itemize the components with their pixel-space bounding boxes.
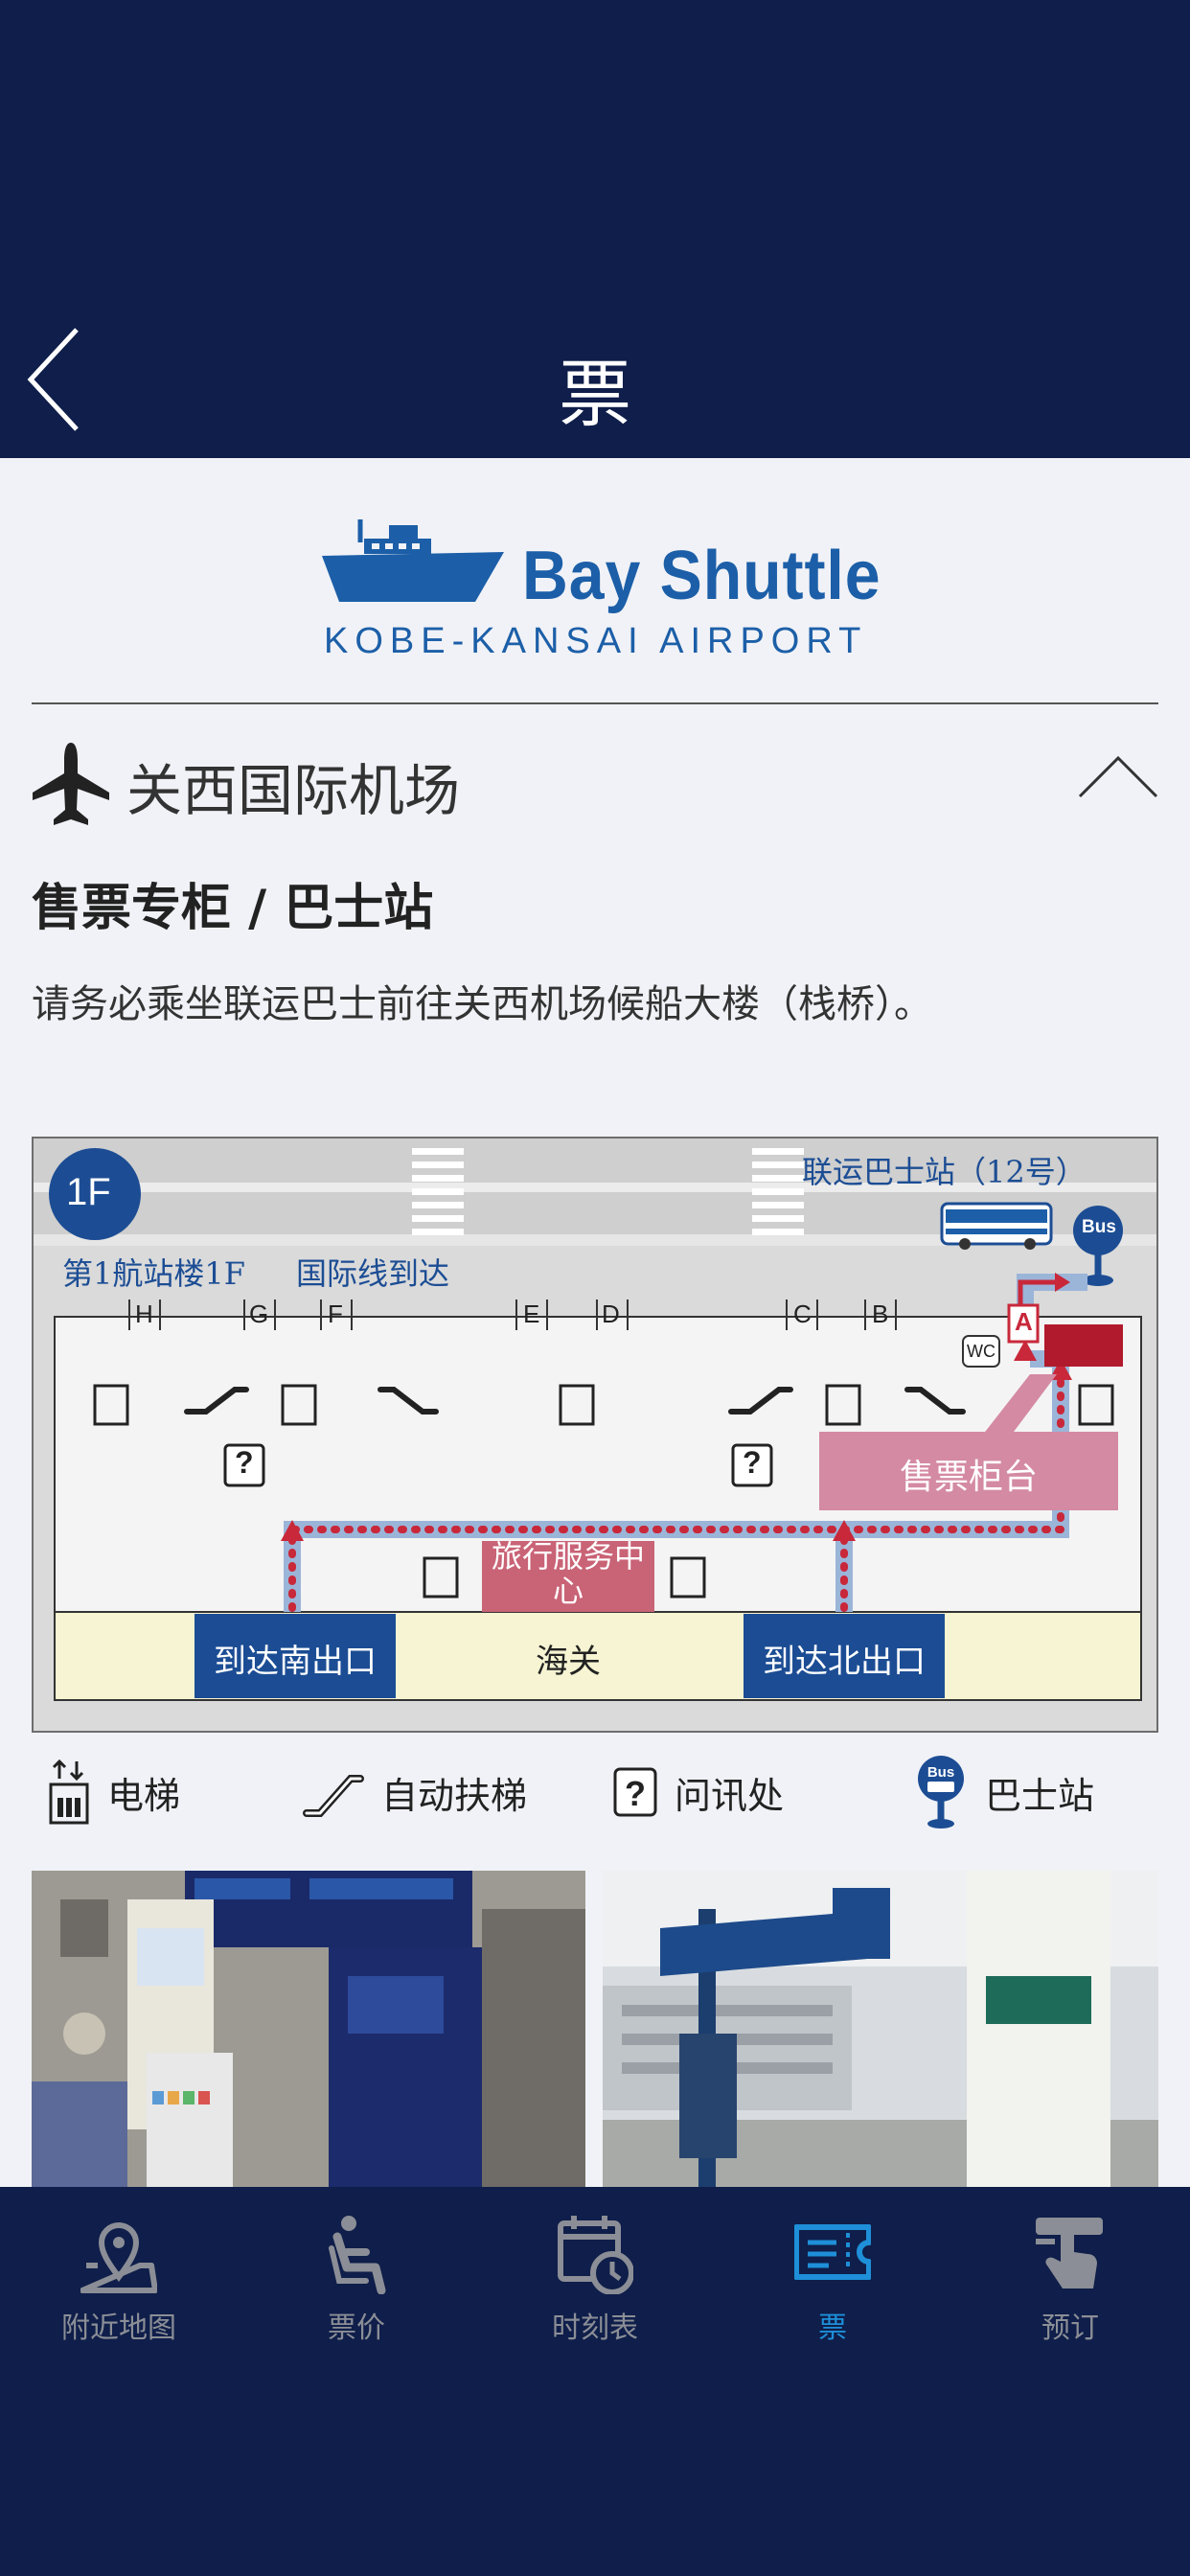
gate-f: F xyxy=(328,1300,343,1328)
legend-label: 问讯处 xyxy=(675,1774,785,1817)
tab-label: 票价 xyxy=(328,2312,385,2345)
legend-label: 巴士站 xyxy=(985,1774,1095,1817)
info-icon: ? xyxy=(613,1767,657,1817)
nav-header: 票 xyxy=(0,0,1190,458)
tab-bar: 附近地图 票价 时刻表 票 预订 xyxy=(0,2187,1190,2576)
tab-nearby-map[interactable]: 附近地图 xyxy=(0,2187,238,2379)
notice-text: 请务必乘坐联运巴士前往关西机场候船大楼（栈桥）。 xyxy=(32,982,932,1026)
brand-title: Bay Shuttle xyxy=(522,538,881,614)
gate-h: H xyxy=(135,1300,153,1328)
map-pin-icon xyxy=(80,2222,157,2293)
legend-info: ? 问讯处 xyxy=(613,1756,784,1828)
ticket-counter-photo xyxy=(32,1871,585,2187)
section-heading: 售票专柜 / 巴士站 xyxy=(32,880,434,937)
gate-e: E xyxy=(523,1300,540,1328)
tab-label: 附近地图 xyxy=(61,2312,176,2345)
tab-fares[interactable]: 票价 xyxy=(238,2187,475,2379)
gate-g: G xyxy=(249,1300,269,1328)
arrivals-label: 国际线到达 xyxy=(296,1255,450,1292)
plane-icon xyxy=(33,743,109,825)
divider xyxy=(32,702,1158,704)
legend-label: 电梯 xyxy=(107,1774,181,1817)
bay-shuttle-logo: Bay Shuttle KOBE-KANSAI AIRPORT xyxy=(316,518,891,671)
seat-icon xyxy=(329,2216,386,2294)
wc-label: WC xyxy=(967,1342,995,1361)
travel-center-label: 旅行服务中心 xyxy=(491,1538,645,1609)
svg-text:Bus: Bus xyxy=(927,1764,954,1781)
floor-badge: 1F xyxy=(66,1171,111,1213)
info-mark: ? xyxy=(743,1445,762,1480)
bus-stop-icon: Bus xyxy=(918,1756,964,1828)
tab-label: 票 xyxy=(818,2312,847,2345)
chevron-up-icon[interactable] xyxy=(1078,752,1158,800)
bus-stop-photo xyxy=(603,1871,1158,2187)
bus-badge: Bus xyxy=(1082,1217,1116,1237)
airport-name: 关西国际机场 xyxy=(126,758,461,823)
terminal-label: 第1航站楼1F xyxy=(62,1255,245,1292)
legend-label: 自动扶梯 xyxy=(381,1774,528,1817)
legend-bus-stop: Bus 巴士站 xyxy=(914,1756,1094,1828)
ticket-icon xyxy=(794,2224,871,2280)
bus-stop-label: 联运巴士站（12号） xyxy=(802,1154,1087,1190)
south-exit-label: 到达南出口 xyxy=(214,1643,377,1681)
customs-label: 海关 xyxy=(536,1643,601,1681)
legend-elevator: 电梯 xyxy=(48,1756,180,1828)
tap-icon xyxy=(1036,2218,1103,2288)
tab-label: 时刻表 xyxy=(552,2312,638,2345)
tab-booking[interactable]: 预订 xyxy=(951,2187,1189,2379)
info-mark: ? xyxy=(235,1445,254,1480)
ticket-counter-label: 售票柜台 xyxy=(899,1458,1038,1497)
timetable-icon xyxy=(558,2216,633,2294)
svg-text:?: ? xyxy=(625,1774,646,1813)
ship-icon xyxy=(322,519,504,602)
legend-escalator: 自动扶梯 xyxy=(303,1756,527,1828)
gate-d: D xyxy=(602,1300,620,1328)
elevator-icon xyxy=(49,1760,89,1825)
gate-a: A xyxy=(1015,1307,1033,1336)
escalator-icon xyxy=(303,1775,364,1817)
brand-subtitle: KOBE-KANSAI AIRPORT xyxy=(324,621,868,661)
bus-icon xyxy=(940,1202,1053,1250)
tab-label: 预订 xyxy=(1041,2312,1099,2345)
page-title: 票 xyxy=(559,352,631,437)
tab-ticket[interactable]: 票 xyxy=(714,2187,951,2379)
gate-b: B xyxy=(872,1300,889,1328)
tab-timetable[interactable]: 时刻表 xyxy=(476,2187,714,2379)
terminal-map: 1F 联运巴士站（12号） Bus 第1航站楼1F 国际线到达 H G F E … xyxy=(32,1137,1158,1733)
north-exit-label: 到达北出口 xyxy=(763,1643,926,1681)
gate-c: C xyxy=(793,1300,812,1328)
